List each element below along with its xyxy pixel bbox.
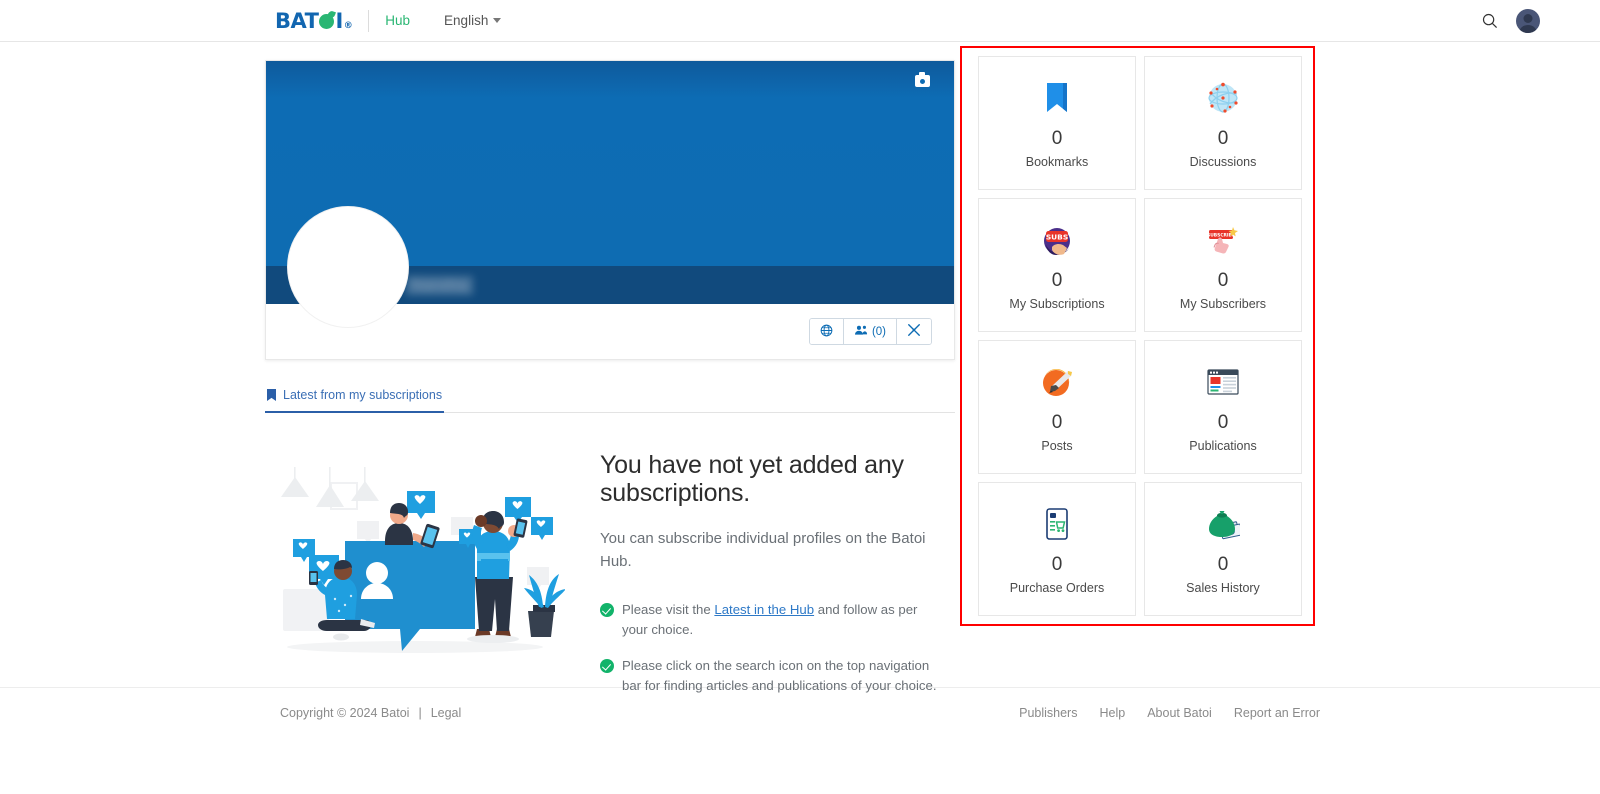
stats-grid: 0 Bookmarks 0 Discussions SUBS 0 My Subs… — [972, 50, 1308, 622]
content-tabs: Latest from my subscriptions — [265, 382, 955, 413]
footer-right: Publishers Help About Batoi Report an Er… — [1019, 706, 1320, 720]
brand-leaf-icon — [319, 13, 335, 29]
search-icon[interactable] — [1482, 13, 1498, 29]
stat-label: Posts — [1041, 439, 1073, 454]
profile-avatar[interactable] — [288, 207, 408, 327]
stat-card-my-subscribers[interactable]: SUBSCRIBE 0 My Subscribers — [1144, 198, 1302, 332]
followers-button[interactable]: (0) — [843, 319, 897, 344]
profile-username: Nandita — [406, 275, 474, 295]
tab-label: Latest from my subscriptions — [283, 388, 443, 402]
bullet-pre: Please visit the — [622, 601, 715, 617]
tab-latest-from-my-subscriptions[interactable]: Latest from my subscriptions — [265, 382, 445, 413]
profile-action-buttons: (0) — [808, 318, 932, 345]
bullet-text: Please visit the Latest in the Hub and f… — [622, 600, 945, 640]
empty-state-paragraph: You can subscribe individual profiles on… — [600, 530, 926, 571]
stat-label: My Subscribers — [1179, 297, 1267, 312]
stat-label: Publications — [1189, 439, 1257, 454]
pen-circle-icon — [1040, 361, 1074, 403]
chevron-down-icon — [493, 18, 502, 23]
stat-card-sales-history[interactable]: 0 Sales History — [1144, 482, 1302, 616]
social-media-engagement-illustration — [265, 451, 566, 712]
settings-tools-button[interactable] — [897, 319, 931, 344]
svg-text:SUBS: SUBS — [1046, 232, 1068, 241]
camera-icon[interactable] — [915, 72, 930, 87]
avatar[interactable] — [1516, 8, 1540, 33]
main-column: Nandita (0) Latest from my subscriptions… — [265, 42, 955, 693]
stat-card-bookmarks[interactable]: 0 Bookmarks — [978, 56, 1136, 190]
bookmark-icon — [267, 389, 276, 401]
stat-card-posts[interactable]: 0 Posts — [978, 340, 1136, 474]
stat-label: Sales History — [1186, 581, 1260, 596]
footer-link-about-batoi[interactable]: About Batoi — [1147, 706, 1212, 720]
subscribe-hand-icon: SUBS — [1040, 219, 1074, 261]
people-icon — [854, 324, 868, 339]
stat-value: 0 — [1051, 553, 1063, 575]
stat-value: 0 — [1217, 411, 1229, 433]
globe-icon — [820, 324, 833, 340]
footer-link-report-an-error[interactable]: Report an Error — [1234, 706, 1320, 720]
network-globe-icon — [1206, 77, 1240, 119]
globe-button[interactable] — [809, 319, 844, 344]
bullet-text: Please click on the search icon on the t… — [622, 657, 937, 693]
list-item: Please click on the search icon on the t… — [600, 656, 945, 696]
subscribe-button-icon: SUBSCRIBE — [1206, 219, 1240, 261]
language-selector[interactable]: English — [444, 13, 502, 28]
stat-label: My Subscriptions — [1009, 297, 1105, 312]
brand-text-suffix: I — [335, 8, 343, 33]
stat-value: 0 — [1217, 269, 1229, 291]
nav-divider — [368, 9, 370, 32]
tools-icon — [907, 323, 921, 340]
batoi-logo[interactable]: BAT I ® — [275, 8, 353, 33]
check-circle-icon — [600, 602, 614, 617]
stats-column: 0 Bookmarks 0 Discussions SUBS 0 My Subs… — [960, 42, 1320, 687]
stat-value: 0 — [1051, 411, 1063, 433]
stat-value: 0 — [1217, 553, 1229, 575]
footer-link-help[interactable]: Help — [1099, 706, 1125, 720]
stat-value: 0 — [1051, 127, 1063, 149]
stat-card-discussions[interactable]: 0 Discussions — [1144, 56, 1302, 190]
language-label: English — [444, 13, 489, 28]
stat-label: Discussions — [1189, 155, 1257, 170]
stat-value: 0 — [1217, 127, 1229, 149]
stat-card-publications[interactable]: 0 Publications — [1144, 340, 1302, 474]
empty-state-heading: You have not yet added any subscriptions… — [600, 451, 904, 507]
document-window-icon — [1206, 361, 1240, 403]
mobile-cart-icon — [1044, 503, 1070, 545]
stat-label: Bookmarks — [1025, 155, 1089, 170]
empty-state: You have not yet added any subscriptions… — [265, 413, 955, 712]
stat-value: 0 — [1051, 269, 1063, 291]
stat-card-purchase-orders[interactable]: 0 Purchase Orders — [978, 482, 1136, 616]
page-body: Nandita (0) Latest from my subscriptions… — [0, 42, 1600, 693]
top-navigation-bar: BAT I ® Hub English — [0, 0, 1600, 42]
list-item: Please visit the Latest in the Hub and f… — [600, 600, 945, 640]
profile-card: Nandita (0) — [265, 60, 955, 360]
empty-state-text: You have not yet added any subscriptions… — [600, 451, 955, 712]
empty-state-bullets: Please visit the Latest in the Hub and f… — [600, 600, 945, 696]
stat-card-my-subscriptions[interactable]: SUBS 0 My Subscriptions — [978, 198, 1136, 332]
followers-count: (0) — [871, 325, 886, 338]
money-bag-icon — [1206, 503, 1240, 545]
stat-label: Purchase Orders — [1009, 581, 1105, 596]
nav-link-hub[interactable]: Hub — [385, 13, 410, 28]
bookmark-icon — [1044, 77, 1070, 119]
footer-link-publishers[interactable]: Publishers — [1019, 706, 1077, 720]
latest-in-the-hub-link[interactable]: Latest in the Hub — [714, 602, 814, 617]
brand-registered-mark: ® — [343, 20, 353, 31]
check-circle-icon — [600, 658, 614, 673]
brand-text: BAT — [275, 8, 319, 33]
